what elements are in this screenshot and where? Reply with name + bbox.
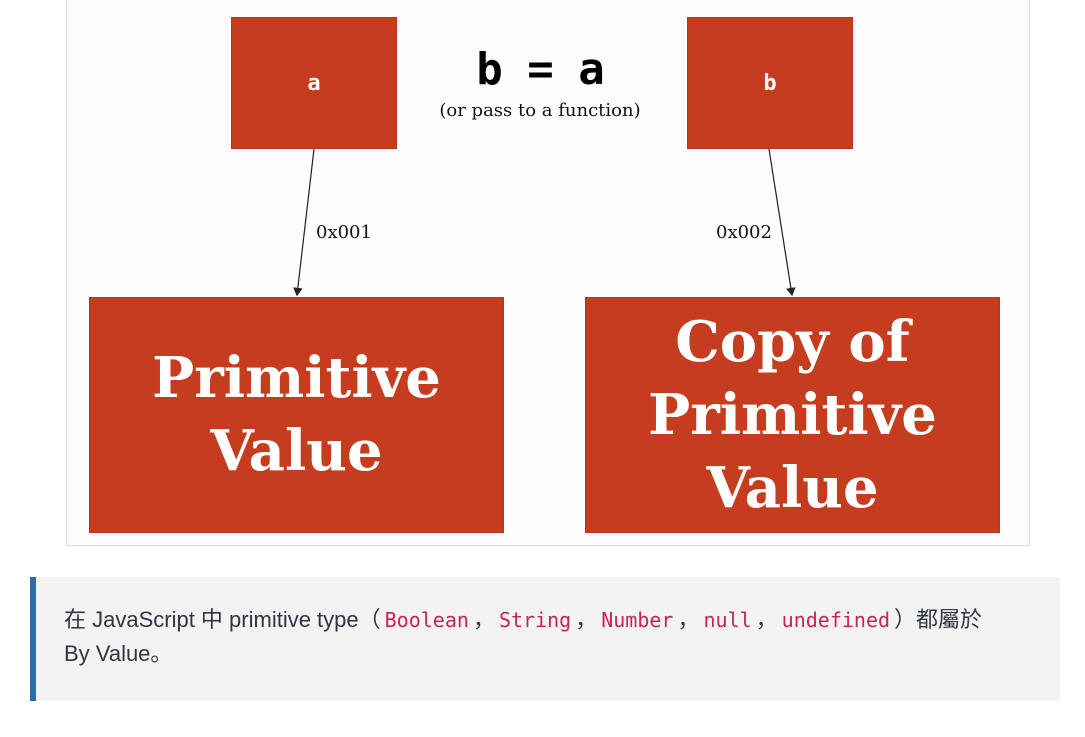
address-a-label: 0x001 <box>316 222 372 243</box>
explanation-blockquote: 在 JavaScript 中 primitive type（ Boolean， St… <box>30 577 1060 701</box>
note-line2: By Value。 <box>64 641 173 666</box>
separator: ， <box>472 607 495 632</box>
primitive-value-label: Primitive Value <box>152 345 441 484</box>
code-null: null <box>703 608 752 632</box>
separator: ， <box>755 607 778 632</box>
separator: ， <box>677 607 700 632</box>
page: a b b = a (or pass to a function) 0x001 … <box>0 0 1085 737</box>
address-b-label: 0x002 <box>716 222 772 243</box>
code-boolean: Boolean <box>384 608 469 632</box>
arrow-b <box>768 148 796 297</box>
copy-primitive-value-label: Copy of Primitive Value <box>648 308 937 521</box>
note-suffix: ）都屬於 <box>894 607 983 632</box>
code-undefined: undefined <box>781 608 891 632</box>
code-string: String <box>498 608 572 632</box>
arrow-a <box>293 148 315 297</box>
separator: ， <box>575 607 598 632</box>
copy-primitive-value-box: Copy of Primitive Value <box>585 297 1000 533</box>
primitive-value-box: Primitive Value <box>89 297 504 533</box>
code-number: Number <box>601 608 674 632</box>
note-prefix: 在 JavaScript 中 primitive type（ <box>64 607 381 632</box>
